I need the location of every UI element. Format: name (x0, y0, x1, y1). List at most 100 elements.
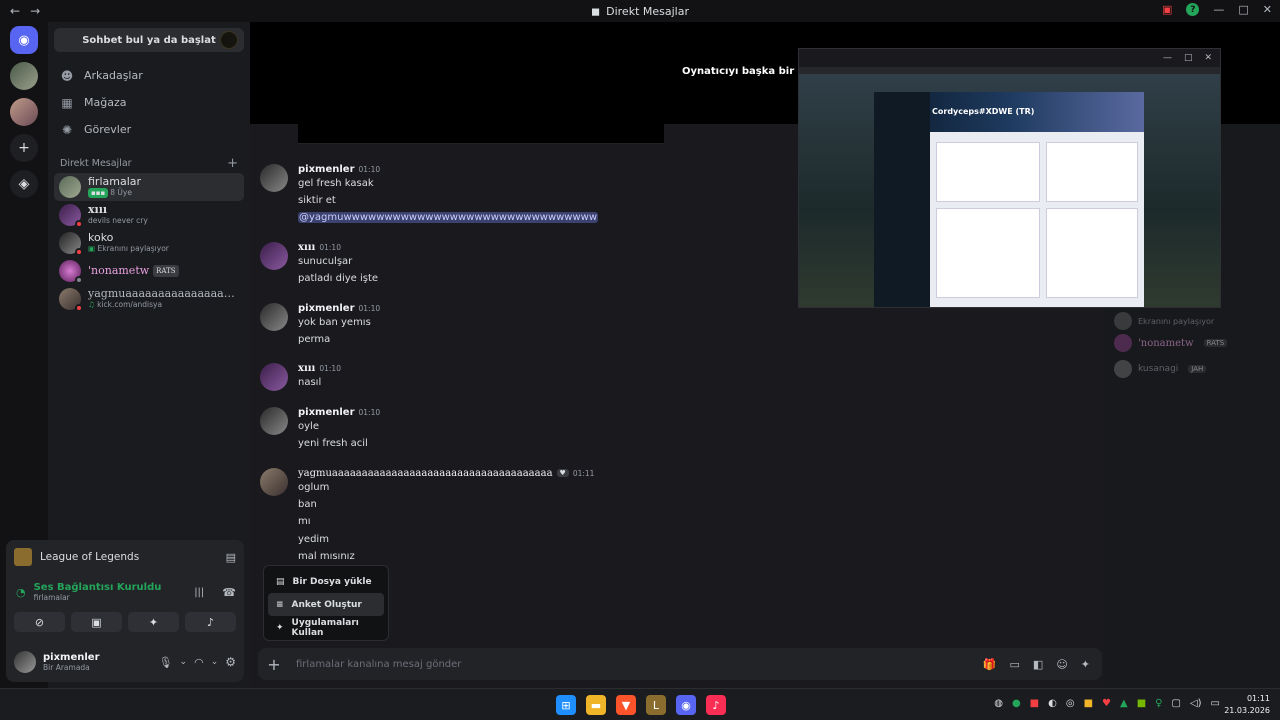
settings-gear-icon[interactable]: ⚙ (225, 655, 236, 669)
member-row[interactable]: 'nonametw RATS (1114, 334, 1228, 352)
noise-suppression-icon[interactable]: ||| (194, 587, 204, 598)
nav-quests[interactable]: ✺ Görevler (48, 116, 250, 143)
help-icon[interactable]: ? (1186, 3, 1200, 16)
status-dot (75, 220, 83, 228)
tray-icon[interactable]: ▲ (1120, 698, 1128, 709)
microphone-icon[interactable]: ♀ (1155, 698, 1162, 709)
gift-icon[interactable]: 🎁 (983, 658, 997, 671)
tray-icon[interactable]: ♥ (1102, 698, 1111, 709)
headset-icon[interactable]: ◠ (194, 656, 204, 669)
speaker-icon[interactable]: ◁) (1190, 698, 1202, 709)
discord-home-icon[interactable]: ◉ (10, 26, 38, 54)
user-avatar[interactable] (260, 242, 288, 270)
league-client-icon[interactable]: L (646, 695, 666, 715)
tray-icon[interactable]: ◐ (1048, 698, 1057, 709)
windows-start-icon[interactable]: ⊞ (556, 695, 576, 715)
back-arrow-icon[interactable]: ← (10, 4, 20, 18)
stream-popout-window[interactable]: — □ ✕ Cordyceps#XDWE (TR) (798, 48, 1221, 308)
tray-icon[interactable]: ▢ (1172, 698, 1181, 709)
menu-item-use-apps[interactable]: ✦ Uygulamaları Kullan (268, 616, 384, 639)
status-dot (75, 248, 83, 256)
add-dm-icon[interactable]: + (227, 156, 238, 171)
add-server-icon[interactable]: + (10, 134, 38, 162)
battery-icon[interactable]: ▭ (1211, 698, 1220, 709)
user-name[interactable]: pixmenler (43, 652, 152, 663)
game-activity-card[interactable]: League of Legends ▤ (6, 540, 244, 574)
server-avatar[interactable] (10, 62, 38, 90)
call-video-tile[interactable] (298, 22, 664, 144)
message-author[interactable]: xııı (298, 242, 315, 253)
member-row[interactable]: Ekranını paylaşıyor (1114, 312, 1214, 330)
microphone-icon[interactable]: 🎙 (159, 656, 173, 669)
voice-connection-panel: ◔ Ses Bağlantısı Kuruldu firlamalar ||| … (6, 574, 244, 642)
maximize-icon[interactable]: □ (1184, 53, 1193, 63)
user-avatar (59, 288, 83, 312)
dm-item-firlamalar[interactable]: firlamalar ▪▪▪ 8 Üye (54, 173, 244, 201)
music-app-icon[interactable]: ♪ (706, 695, 726, 715)
server-avatar[interactable] (10, 98, 38, 126)
soundboard-button[interactable]: ♪ (185, 612, 236, 632)
chevron-down-icon[interactable]: ⌄ (180, 657, 188, 667)
message-time: 01:10 (319, 364, 341, 373)
tray-icon[interactable]: ■ (1137, 698, 1146, 709)
dm-item-yagmua[interactable]: yagmuaaaaaaaaaaaaaaaaa... ♫ kick.com/and… (54, 285, 244, 313)
inbox-icon[interactable]: ▣ (1162, 3, 1172, 16)
activities-button[interactable]: ✦ (128, 612, 179, 632)
apps-icon[interactable]: ✦ (1081, 658, 1090, 671)
maximize-icon[interactable]: □ (1238, 3, 1248, 16)
heart-badge-icon: ♥ (556, 469, 569, 477)
close-icon[interactable]: ✕ (1204, 53, 1212, 63)
dm-item-xiii[interactable]: xııı devils never cry (54, 201, 244, 229)
tray-icon[interactable]: ■ (1084, 698, 1093, 709)
message-author[interactable]: xııı (298, 363, 315, 374)
tray-icon[interactable]: ◎ (1066, 698, 1075, 709)
nav-shop[interactable]: ▦ Mağaza (48, 89, 250, 116)
menu-item-upload-file[interactable]: ▤ Bir Dosya yükle (268, 570, 384, 593)
forward-arrow-icon[interactable]: → (30, 4, 40, 18)
user-avatar[interactable] (260, 164, 288, 192)
dm-item-nonametw[interactable]: 'nonametw RATS (54, 257, 244, 285)
message-group: pixmenler 01:10 oyle yeni fresh acil (260, 407, 1060, 452)
user-avatar[interactable] (260, 303, 288, 331)
discord-taskbar-icon[interactable]: ◉ (676, 695, 696, 715)
sticker-icon[interactable]: ◧ (1033, 658, 1043, 671)
chevron-down-icon[interactable]: ⌄ (211, 657, 219, 667)
message-line: nasıl (298, 377, 322, 388)
emoji-icon[interactable]: ☺ (1056, 658, 1067, 671)
file-explorer-icon[interactable]: ▬ (586, 695, 606, 715)
message-time: 01:10 (319, 243, 341, 252)
voice-channel[interactable]: firlamalar (34, 593, 187, 602)
attach-plus-button[interactable]: + (258, 655, 290, 674)
tray-icon[interactable]: ■ (1030, 698, 1039, 709)
nav-friends[interactable]: ☻ Arkadaşlar (48, 62, 250, 89)
message-author[interactable]: pixmenler (298, 407, 355, 418)
activity-chat-icon[interactable]: ▤ (226, 551, 236, 564)
voice-status[interactable]: Ses Bağlantısı Kuruldu (34, 582, 187, 593)
gif-icon[interactable]: ▭ (1010, 658, 1020, 671)
message-author[interactable]: pixmenler (298, 164, 355, 175)
discover-compass-icon[interactable]: ◈ (10, 170, 38, 198)
tray-icon[interactable]: ◍ (994, 698, 1003, 709)
message-input[interactable]: firlamalar kanalına mesaj gönder (290, 659, 983, 670)
user-avatar[interactable] (14, 651, 36, 673)
minimize-icon[interactable]: — (1163, 53, 1172, 63)
user-avatar[interactable] (260, 468, 288, 496)
camera-off-button[interactable]: ⊘ (14, 612, 65, 632)
tray-icon[interactable]: ● (1012, 698, 1021, 709)
brave-browser-icon[interactable]: ▼ (616, 695, 636, 715)
user-mention[interactable]: @yagmuwwwwwwwwwwwwwwwwwwwwwwwwwwwwwww (298, 212, 599, 224)
menu-item-create-poll[interactable]: ≡ Anket Oluştur (268, 593, 384, 616)
minimize-icon[interactable]: — (1213, 3, 1224, 16)
member-name: kusanagi (1138, 364, 1179, 374)
system-clock[interactable]: 01:11 21.03.2026 (1224, 693, 1270, 717)
user-avatar[interactable] (260, 363, 288, 391)
search-button[interactable]: Sohbet bul ya da başlat (54, 28, 244, 52)
screen-share-button[interactable]: ▣ (71, 612, 122, 632)
close-icon[interactable]: ✕ (1263, 3, 1272, 16)
user-avatar[interactable] (260, 407, 288, 435)
disconnect-icon[interactable]: ☎ (222, 586, 236, 599)
member-row[interactable]: kusanagi JAH (1114, 360, 1207, 378)
message-author[interactable]: pixmenler (298, 303, 355, 314)
message-author[interactable]: yagmuaaaaaaaaaaaaaaaaaaaaaaaaaaaaaaaaaaa… (298, 468, 553, 479)
dm-item-koko[interactable]: koko ▣ Ekranını paylaşıyor (54, 229, 244, 257)
